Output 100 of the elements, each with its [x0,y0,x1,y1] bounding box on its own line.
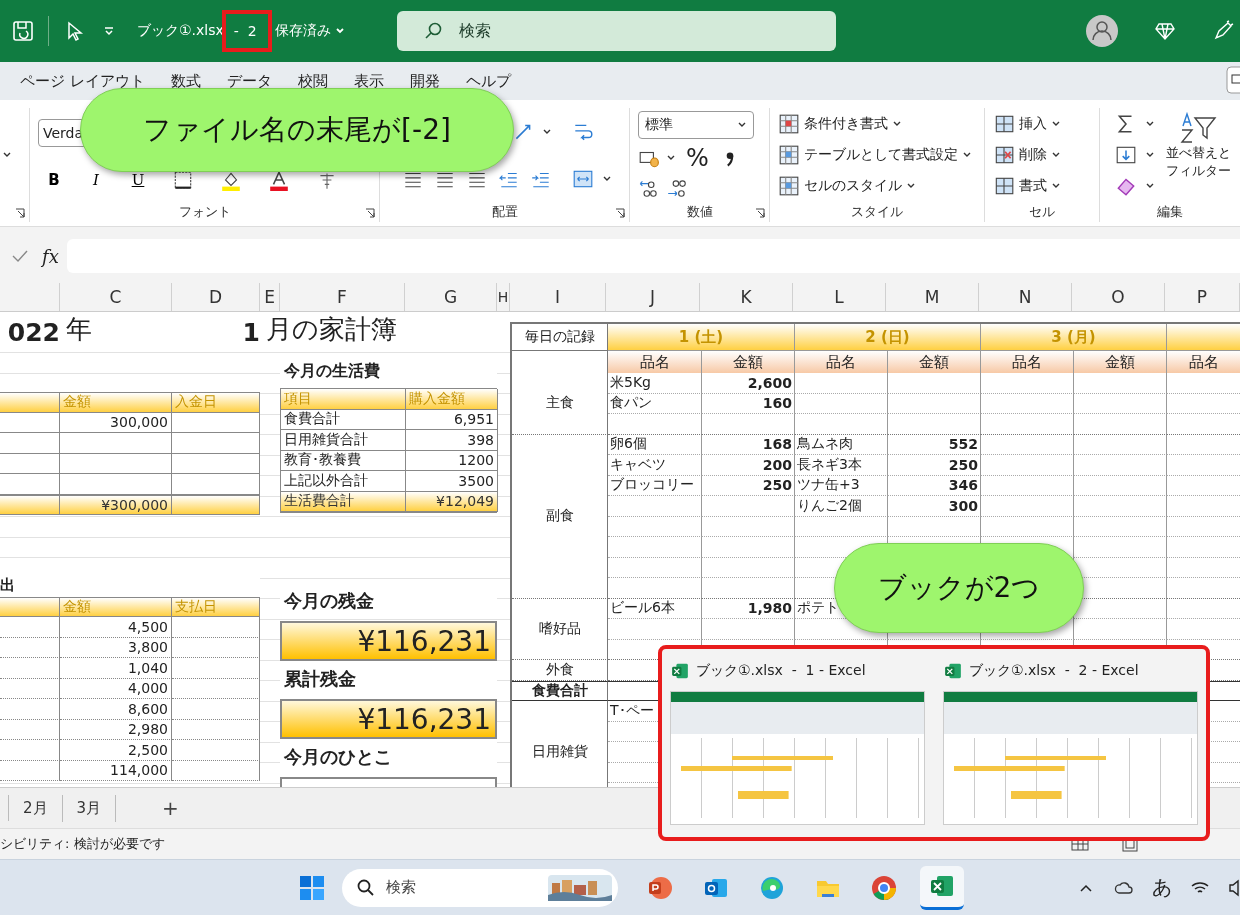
font-style-button[interactable]: B [46,171,62,189]
dialog-launcher-icon[interactable] [755,208,765,218]
style-menu-button[interactable]: セルのスタイル [778,175,976,198]
group-label: 配置 [491,203,518,221]
category-cell: 食費合計 [512,680,608,701]
border-icon[interactable] [172,169,194,191]
style-menu-button[interactable]: 条件付き書式 [778,112,976,135]
window-preview[interactable]: ブック①.xlsx - 1 - Excel [670,661,925,825]
ribbon-tab[interactable]: 表示 [353,71,384,91]
table-cell: 4,000 [60,678,172,699]
table-cell: ツナ缶+3 [795,475,888,496]
window-number: - 2 [232,23,258,39]
table-style-icon [778,112,800,135]
ribbon-tab[interactable]: ヘルプ [465,71,511,91]
table-cell [0,433,60,454]
sheet-tab[interactable]: 3月 [62,794,117,822]
table-header-cell: 品名 [608,351,702,373]
column-header[interactable]: D [172,283,260,311]
ribbon-tab[interactable]: ページ レイアウト [20,71,145,91]
number-format-dropdown[interactable]: 標準 [638,110,754,139]
column-header[interactable]: H [497,283,510,311]
total-cell: ¥12,049 [406,491,498,512]
table-cell [0,453,60,474]
cells-menu-button[interactable]: 削除 [993,144,1091,166]
column-header[interactable]: O [1072,283,1165,311]
column-header[interactable]: G [405,283,497,311]
decrease-decimal-icon[interactable] [666,177,688,200]
table-cell: キャベツ [608,455,702,476]
spreadsheet-app-icon[interactable] [920,865,964,910]
table-header-cell: 金額 [888,351,981,373]
table-header-cell: 支払日 [172,596,260,617]
table-cell: 2,600 [702,373,795,394]
ribbon-tab[interactable]: 数式 [170,71,201,91]
group-label: 編集 [1157,203,1183,221]
save-status-button[interactable]: 保存済み [274,22,345,40]
start-icon[interactable] [298,873,326,902]
table-header-cell: 購入金額 [406,389,498,410]
add-sheet-button[interactable]: + [156,795,185,821]
font-color-icon[interactable] [268,169,290,191]
sort-filter-button[interactable]: 並べ替えと フィルター [1166,108,1232,202]
column-header[interactable]: F [280,283,405,311]
dialog-launcher-icon[interactable] [615,208,625,218]
total-cell: 生活費合計 [281,491,406,512]
column-header[interactable]: L [793,283,886,311]
ribbon-tab[interactable]: 校閲 [297,71,328,91]
autosave-icon[interactable] [12,20,34,42]
ime-mode-indicator[interactable]: あ [1152,874,1172,901]
dialog-launcher-icon[interactable] [15,208,25,218]
style-menu-button[interactable]: テーブルとして書式設定 [778,144,976,166]
cells-menu-button[interactable]: 書式 [993,175,1091,198]
search-field[interactable]: 検索 [396,11,836,51]
avatar-icon[interactable] [1086,15,1118,47]
comment-icon[interactable] [1226,66,1240,94]
ribbon-tab[interactable]: 開発 [409,71,440,91]
fill-down-icon[interactable] [1114,144,1137,166]
table-header-cell: 品名 [1167,351,1240,373]
table-header-cell: 入金日 [172,392,260,413]
total-cell [0,494,60,515]
table-cell: 114,000 [60,760,172,781]
speaker-icon[interactable] [1228,877,1240,898]
accessibility-status[interactable]: シビリティ: 検討が必要です [0,835,165,853]
table-header-cell [0,596,60,617]
category-cell: 副食 [512,434,608,599]
window-preview[interactable]: ブック①.xlsx - 2 - Excel [943,661,1198,825]
month-cell-text: 1 [241,318,260,347]
column-header[interactable]: K [700,283,793,311]
font-style-button[interactable]: I [88,171,104,189]
ribbon-tab[interactable]: データ [226,71,272,91]
table-cell [0,678,60,699]
table-cell: 552 [888,434,981,455]
table-cell: 食パン [608,393,702,414]
table-header-cell: 金額 [702,351,795,373]
column-header[interactable]: I [510,283,606,311]
column-header[interactable]: N [979,283,1072,311]
font-style-button[interactable]: U [130,171,146,189]
dialog-launcher-icon[interactable] [365,208,375,218]
insert-function-button[interactable]: fx [42,245,59,267]
table-cell: 卵6個 [608,434,702,455]
diamond-icon[interactable] [1154,20,1176,42]
percent-button[interactable]: % [682,144,713,172]
table-cell: 160 [702,393,795,414]
table-cell [0,474,60,495]
sheet-tab[interactable]: 2月 [9,794,63,822]
cells-menu-button[interactable]: 挿入 [993,112,1091,135]
table-cell: ビール6本 [608,598,702,619]
taskbar-search-field[interactable]: 検索 [342,868,618,907]
table-cell: 教育･教養費 [281,450,406,471]
table-cell [0,740,60,761]
table-cell: 3500 [406,471,498,492]
pen-icon[interactable] [1212,20,1234,42]
table-header-cell: 品名 [981,351,1074,373]
column-header[interactable]: C [60,283,172,311]
column-header[interactable]: J [606,283,700,311]
sort-filter-icon [1178,112,1219,144]
table-cell: 250 [702,475,795,496]
column-header[interactable]: M [886,283,979,311]
column-header[interactable]: P [1165,283,1240,311]
column-header[interactable]: E [260,283,280,311]
customize-caret-icon[interactable] [103,25,115,37]
table-cell: 398 [406,430,498,451]
